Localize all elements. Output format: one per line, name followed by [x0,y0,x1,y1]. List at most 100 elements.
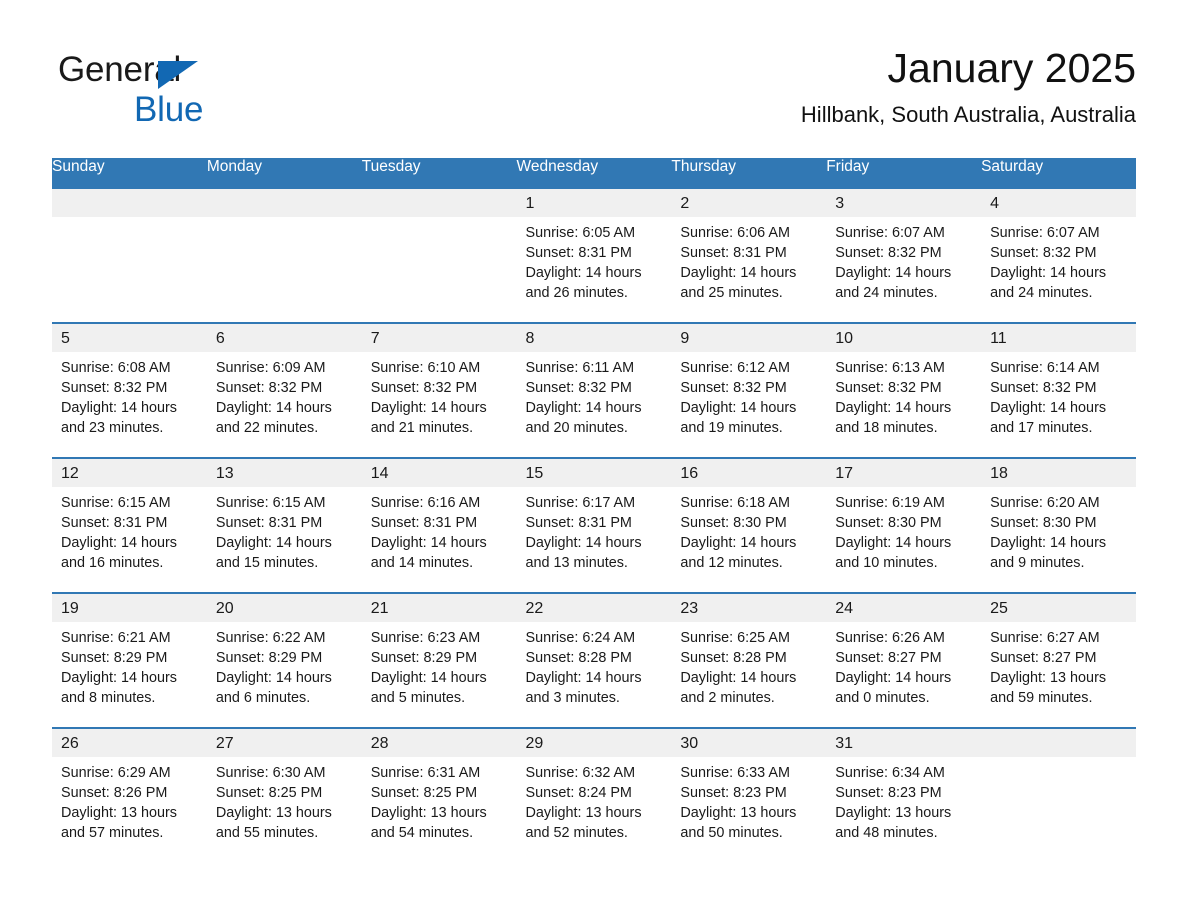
day-number: 8 [516,324,672,352]
day-details: Sunrise: 6:25 AM Sunset: 8:28 PM Daylight:… [671,622,826,708]
sunrise-text: Sunrise: 6:15 AM [215,495,326,511]
day-number: 12 [52,459,207,487]
day-details: Sunrise: 6:15 AM Sunset: 8:31 PM Daylight:… [52,487,207,573]
calendar-week-row: 19 Sunrise: 6:21 AM Sunset: 8:29 PM Dayligh… [52,592,1136,728]
weekday-header-friday: Friday [826,158,982,188]
day-number [206,189,362,217]
daylight-text-line1: Daylight: 13 hours [990,670,1107,686]
calendar-day-cell[interactable]: 2 Sunrise: 6:06 AM Sunset: 8:31 PM Daylight… [671,187,827,323]
calendar-day-cell[interactable]: 26 Sunrise: 6:29 AM Sunset: 8:26 PM Dayligh… [52,727,207,863]
sunrise-text: Sunrise: 6:31 AM [370,765,481,781]
title-block: January 2025 Hillbank, South Australia, … [801,42,1136,130]
sunset-text: Sunset: 8:32 PM [835,380,942,396]
calendar-day-cell[interactable]: 16 Sunrise: 6:18 AM Sunset: 8:30 PM Dayligh… [671,457,827,593]
daylight-text-line2: and 17 minutes. [990,420,1093,436]
day-details [981,757,1136,763]
sunset-text: Sunset: 8:27 PM [835,650,942,666]
sunrise-text: Sunrise: 6:16 AM [370,495,481,511]
daylight-text-line1: Daylight: 14 hours [215,535,332,551]
day-number [981,729,1136,757]
daylight-text-line2: and 0 minutes. [835,690,930,706]
day-details: Sunrise: 6:08 AM Sunset: 8:32 PM Daylight:… [52,352,207,438]
sunset-text: Sunset: 8:31 PM [370,515,478,531]
calendar-day-cell[interactable]: 4 Sunrise: 6:07 AM Sunset: 8:32 PM Daylight… [981,187,1136,323]
day-number: 1 [516,189,672,217]
day-details: Sunrise: 6:12 AM Sunset: 8:32 PM Daylight:… [671,352,826,438]
day-details: Sunrise: 6:22 AM Sunset: 8:29 PM Daylight:… [207,622,362,708]
daylight-text-line2: and 5 minutes. [370,690,466,706]
calendar-day-cell[interactable]: 25 Sunrise: 6:27 AM Sunset: 8:27 PM Dayligh… [981,592,1136,728]
daylight-text-line1: Daylight: 14 hours [525,535,642,551]
sunrise-text: Sunrise: 6:26 AM [835,630,945,646]
day-details: Sunrise: 6:16 AM Sunset: 8:31 PM Daylight:… [362,487,517,573]
calendar-day-cell[interactable]: 8 Sunrise: 6:11 AM Sunset: 8:32 PM Daylight… [516,322,672,458]
generalblue-logo[interactable]: General Blue [58,50,378,136]
weekday-header-wednesday: Wednesday [516,158,672,188]
calendar-day-cell[interactable]: 15 Sunrise: 6:17 AM Sunset: 8:31 PM Dayligh… [516,457,672,593]
calendar-day-cell[interactable]: 6 Sunrise: 6:09 AM Sunset: 8:32 PM Daylight… [206,322,362,458]
calendar-day-cell[interactable]: 24 Sunrise: 6:26 AM Sunset: 8:27 PM Dayligh… [826,592,982,728]
calendar-day-cell[interactable]: 30 Sunrise: 6:33 AM Sunset: 8:23 PM Dayligh… [671,727,827,863]
daylight-text-line1: Daylight: 14 hours [835,265,952,281]
sunset-text: Sunset: 8:32 PM [61,380,168,396]
day-number: 6 [206,324,362,352]
calendar-day-cell[interactable]: 5 Sunrise: 6:08 AM Sunset: 8:32 PM Daylight… [52,322,207,458]
calendar-day-cell[interactable]: 27 Sunrise: 6:30 AM Sunset: 8:25 PM Dayligh… [206,727,362,863]
day-details [207,217,362,223]
calendar-day-cell[interactable]: 7 Sunrise: 6:10 AM Sunset: 8:32 PM Daylight… [361,322,517,458]
calendar-day-cell[interactable]: 3 Sunrise: 6:07 AM Sunset: 8:32 PM Daylight… [826,187,982,323]
daylight-text-line1: Daylight: 14 hours [680,265,797,281]
calendar-day-cell[interactable]: 1 Sunrise: 6:05 AM Sunset: 8:31 PM Daylight… [516,187,672,323]
calendar-day-cell[interactable]: 22 Sunrise: 6:24 AM Sunset: 8:28 PM Dayligh… [516,592,672,728]
calendar-day-cell[interactable]: 29 Sunrise: 6:32 AM Sunset: 8:24 PM Dayligh… [516,727,672,863]
calendar-day-cell[interactable]: 31 Sunrise: 6:34 AM Sunset: 8:23 PM Dayligh… [826,727,982,863]
calendar-day-cell[interactable]: 17 Sunrise: 6:19 AM Sunset: 8:30 PM Dayligh… [826,457,982,593]
calendar-day-cell[interactable]: 12 Sunrise: 6:15 AM Sunset: 8:31 PM Dayligh… [52,457,207,593]
day-details: Sunrise: 6:09 AM Sunset: 8:32 PM Daylight:… [207,352,362,438]
calendar-day-cell[interactable]: 11 Sunrise: 6:14 AM Sunset: 8:32 PM Dayligh… [981,322,1136,458]
sunrise-text: Sunrise: 6:33 AM [680,765,790,781]
calendar-day-cell[interactable]: 14 Sunrise: 6:16 AM Sunset: 8:31 PM Dayligh… [361,457,517,593]
sunset-text: Sunset: 8:31 PM [525,515,632,531]
day-number: 22 [516,594,672,622]
daylight-text-line2: and 24 minutes. [990,285,1093,301]
calendar-day-cell[interactable]: 21 Sunrise: 6:23 AM Sunset: 8:29 PM Dayligh… [361,592,517,728]
sunset-text: Sunset: 8:25 PM [370,785,478,801]
sunrise-text: Sunrise: 6:24 AM [525,630,636,646]
calendar-day-cell[interactable]: 19 Sunrise: 6:21 AM Sunset: 8:29 PM Dayligh… [52,592,207,728]
sunrise-text: Sunrise: 6:20 AM [990,495,1100,511]
daylight-text-line1: Daylight: 14 hours [990,535,1107,551]
sunrise-text: Sunrise: 6:05 AM [525,225,636,241]
daylight-text-line2: and 25 minutes. [680,285,783,301]
sunrise-text: Sunrise: 6:11 AM [525,360,635,376]
calendar-day-cell[interactable]: 28 Sunrise: 6:31 AM Sunset: 8:25 PM Dayligh… [361,727,517,863]
daylight-text-line1: Daylight: 14 hours [990,400,1107,416]
calendar-day-cell[interactable]: 10 Sunrise: 6:13 AM Sunset: 8:32 PM Dayligh… [826,322,982,458]
day-details: Sunrise: 6:18 AM Sunset: 8:30 PM Daylight:… [671,487,826,573]
calendar-day-cell[interactable]: 18 Sunrise: 6:20 AM Sunset: 8:30 PM Dayligh… [981,457,1136,593]
daylight-text-line2: and 18 minutes. [835,420,938,436]
day-number: 25 [981,594,1136,622]
calendar-day-cell[interactable]: 23 Sunrise: 6:25 AM Sunset: 8:28 PM Dayligh… [671,592,827,728]
day-number: 30 [671,729,827,757]
sunset-text: Sunset: 8:32 PM [215,380,323,396]
daylight-text-line2: and 12 minutes. [680,555,783,571]
sunset-text: Sunset: 8:24 PM [525,785,632,801]
daylight-text-line1: Daylight: 14 hours [525,670,642,686]
calendar-day-cell[interactable]: 9 Sunrise: 6:12 AM Sunset: 8:32 PM Daylight… [671,322,827,458]
sunset-text: Sunset: 8:32 PM [835,245,942,261]
sunset-text: Sunset: 8:29 PM [61,650,168,666]
calendar-day-cell[interactable]: 13 Sunrise: 6:15 AM Sunset: 8:31 PM Dayligh… [206,457,362,593]
sunset-text: Sunset: 8:28 PM [680,650,787,666]
calendar-day-cell[interactable]: 20 Sunrise: 6:22 AM Sunset: 8:29 PM Dayligh… [206,592,362,728]
day-details: Sunrise: 6:19 AM Sunset: 8:30 PM Daylight:… [826,487,981,573]
sunrise-text: Sunrise: 6:25 AM [680,630,790,646]
calendar-table: Sunday Monday Tuesday Wednesday Thursday… [52,158,1136,863]
sunset-text: Sunset: 8:27 PM [990,650,1097,666]
sunrise-text: Sunrise: 6:14 AM [990,360,1100,376]
day-number: 21 [361,594,517,622]
day-details: Sunrise: 6:17 AM Sunset: 8:31 PM Daylight:… [517,487,672,573]
sunrise-text: Sunrise: 6:19 AM [835,495,945,511]
day-number: 16 [671,459,827,487]
day-number: 2 [671,189,827,217]
